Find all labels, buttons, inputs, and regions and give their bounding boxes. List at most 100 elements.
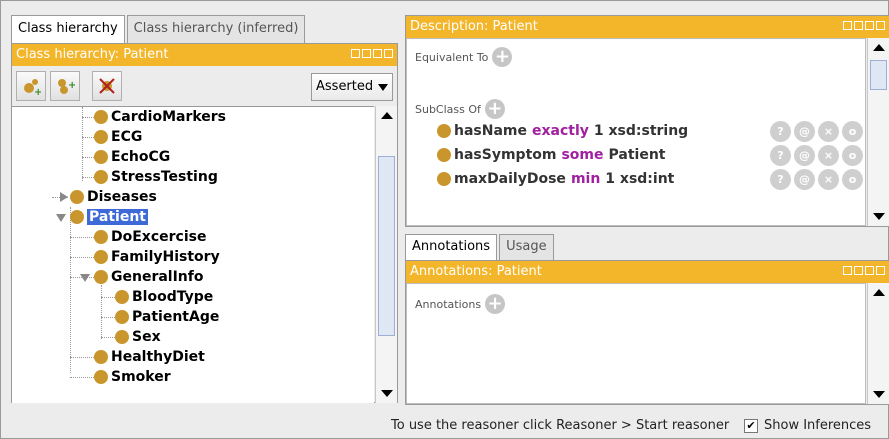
edit-icon[interactable]: o — [842, 144, 863, 166]
axiom-buttons: ? @ × o — [770, 168, 863, 190]
tree-item-echocg[interactable]: EchoCG — [94, 147, 170, 167]
scroll-down-icon[interactable] — [381, 390, 393, 397]
panel-window-controls[interactable] — [351, 49, 393, 58]
axiom-keyword: some — [561, 147, 604, 163]
class-icon — [94, 230, 108, 244]
right-tab-bar: Annotations Usage — [405, 234, 556, 260]
tree-item-healthydiet[interactable]: HealthyDiet — [94, 347, 205, 367]
edit-icon[interactable]: o — [842, 120, 863, 142]
axiom-filler: Patient — [608, 147, 666, 163]
reasoner-status-text: To use the reasoner click Reasoner > Sta… — [391, 418, 730, 433]
axiom-row[interactable]: maxDailyDose min 1 xsd:int ? @ × o — [437, 168, 867, 190]
subclass-of-label: SubClass Of — [415, 102, 481, 116]
tab-class-hierarchy-inferred[interactable]: Class hierarchy (inferred) — [126, 15, 306, 43]
hierarchy-mode-dropdown[interactable]: Asserted — [311, 73, 393, 101]
add-subclass-button[interactable]: + — [16, 71, 46, 101]
description-scrollbar[interactable] — [867, 38, 889, 226]
tab-usage[interactable]: Usage — [499, 234, 554, 260]
tree-item-diseases[interactable]: Diseases — [70, 187, 157, 207]
add-equivalent-icon[interactable]: + — [492, 47, 513, 67]
annotations-title-bar: Annotations: Patient — [406, 261, 889, 283]
class-icon — [94, 270, 108, 284]
tree-item-patientage[interactable]: PatientAge — [115, 307, 219, 327]
class-icon — [70, 210, 84, 224]
annotations-panel: Annotations: Patient Annotations + — [405, 260, 889, 405]
annotate-icon[interactable]: @ — [794, 144, 815, 166]
class-icon — [94, 150, 108, 164]
chevron-down-icon — [378, 84, 388, 91]
svg-text:+: + — [68, 80, 75, 91]
class-icon — [94, 250, 108, 264]
description-title: Description: Patient — [410, 19, 538, 34]
tree-item-patient[interactable]: Patient — [70, 207, 148, 227]
delete-icon[interactable]: × — [818, 144, 839, 166]
dropdown-value: Asserted — [316, 79, 374, 94]
collapse-patient-icon[interactable] — [56, 214, 66, 222]
delete-icon[interactable]: × — [818, 120, 839, 142]
status-bar: To use the reasoner click Reasoner > Sta… — [1, 413, 888, 439]
scroll-down-icon[interactable] — [873, 391, 885, 398]
add-superclass-icon[interactable]: + — [484, 99, 505, 119]
equivalent-to-label: Equivalent To — [415, 50, 489, 64]
explain-icon[interactable]: ? — [770, 144, 791, 166]
delete-class-button[interactable] — [92, 71, 122, 101]
tree-item-stresstesting[interactable]: StressTesting — [94, 167, 218, 187]
tree-item-cardiomarkers[interactable]: CardioMarkers — [94, 107, 226, 127]
explain-icon[interactable]: ? — [770, 168, 791, 190]
scroll-up-icon[interactable] — [873, 44, 885, 51]
tree-item-bloodtype[interactable]: BloodType — [115, 287, 213, 307]
class-icon — [94, 370, 108, 384]
description-window-controls[interactable] — [843, 21, 885, 30]
axiom-property: hasName — [454, 123, 527, 139]
class-tree-scrollbar[interactable] — [375, 106, 397, 403]
edit-icon[interactable]: o — [842, 168, 863, 190]
class-icon — [115, 330, 129, 344]
equivalent-to-section: Equivalent To + — [415, 47, 513, 67]
annotate-icon[interactable]: @ — [794, 168, 815, 190]
expand-diseases-icon[interactable] — [60, 192, 68, 202]
scrollbar-thumb[interactable] — [378, 156, 395, 336]
add-sibling-button[interactable]: + — [50, 71, 80, 101]
add-subclass-icon: + — [24, 79, 41, 96]
add-sibling-icon: + — [58, 79, 75, 94]
tab-class-hierarchy[interactable]: Class hierarchy — [11, 15, 125, 43]
add-annotation-icon[interactable]: + — [485, 294, 506, 314]
protege-window: Class hierarchy Class hierarchy (inferre… — [0, 0, 889, 439]
show-inferences-label: Show Inferences — [764, 418, 872, 433]
class-hierarchy-title-bar: Class hierarchy: Patient — [12, 44, 397, 66]
delete-icon[interactable]: × — [818, 168, 839, 190]
scroll-up-icon[interactable] — [381, 112, 393, 119]
axiom-row[interactable]: hasName exactly 1 xsd:string ? @ × o — [437, 120, 867, 142]
tree-item-familyhistory[interactable]: FamilyHistory — [94, 247, 220, 267]
annotations-window-controls[interactable] — [843, 266, 885, 275]
show-inferences-checkbox[interactable]: ✔ — [744, 419, 758, 433]
tree-item-smoker[interactable]: Smoker — [94, 367, 171, 387]
annotations-title: Annotations: Patient — [410, 264, 542, 279]
annotations-scrollbar[interactable] — [867, 283, 889, 404]
class-tree: CardioMarkers ECG EchoCG StressTesting D… — [12, 106, 374, 403]
axiom-property: hasSymptom — [454, 147, 557, 163]
axiom-buttons: ? @ × o — [770, 120, 863, 142]
tree-item-generalinfo[interactable]: GeneralInfo — [94, 267, 203, 287]
class-icon — [115, 310, 129, 324]
class-icon — [437, 172, 451, 186]
annotations-body: Annotations + — [406, 283, 866, 404]
class-icon — [94, 350, 108, 364]
scroll-up-icon[interactable] — [873, 289, 885, 296]
annotations-label: Annotations — [415, 297, 482, 311]
collapse-generalinfo-icon[interactable] — [80, 274, 90, 282]
axiom-row[interactable]: hasSymptom some Patient ? @ × o — [437, 144, 867, 166]
class-icon — [437, 148, 451, 162]
class-hierarchy-title: Class hierarchy: Patient — [16, 47, 169, 62]
axiom-buttons: ? @ × o — [770, 144, 863, 166]
explain-icon[interactable]: ? — [770, 120, 791, 142]
axiom-filler: 1 xsd:int — [605, 171, 675, 187]
tree-item-ecg[interactable]: ECG — [94, 127, 142, 147]
tree-item-sex[interactable]: Sex — [115, 327, 161, 347]
tab-annotations[interactable]: Annotations — [405, 234, 498, 260]
class-icon — [94, 170, 108, 184]
tree-item-doexcercise[interactable]: DoExcercise — [94, 227, 206, 247]
annotate-icon[interactable]: @ — [794, 120, 815, 142]
scrollbar-thumb[interactable] — [870, 60, 887, 90]
scroll-down-icon[interactable] — [873, 213, 885, 220]
